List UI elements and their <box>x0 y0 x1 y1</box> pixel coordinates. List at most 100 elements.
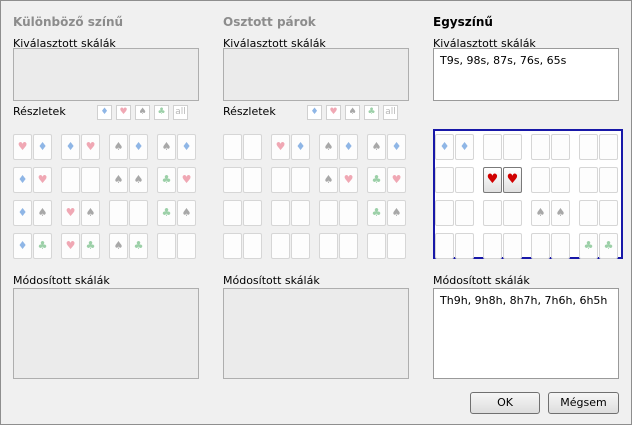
modified-ranges-text: Th9h, 9h8h, 8h7h, 7h6h, 6h5h <box>440 294 608 307</box>
blank-card <box>291 167 310 193</box>
dialog-window: Különböző színű Kiválasztott skálák Rész… <box>0 0 632 425</box>
spade-card-icon: ♠ <box>531 200 550 226</box>
suit-filter-diamond-button[interactable]: ♦ <box>307 105 322 120</box>
modified-ranges-box[interactable]: Th9h, 9h8h, 8h7h, 7h6h, 6h5h <box>433 288 619 379</box>
card-pair[interactable] <box>271 233 311 259</box>
diamond-card-icon: ♦ <box>33 134 52 160</box>
card-pair[interactable]: ♠ ♦ <box>109 134 149 160</box>
pair-grid: ♥ ♦ ♠ ♦ ♠ ♦ ♠ ♥ ♣ ♥ ♣ ♠ <box>223 131 409 259</box>
blank-card <box>455 200 474 226</box>
card-pair[interactable]: ♠ ♦ <box>319 134 359 160</box>
card-pair[interactable] <box>319 200 359 226</box>
card-pair[interactable]: ♣ ♥ <box>157 167 197 193</box>
column-split-pairs: Osztott párok Kiválasztott skálák Részle… <box>223 1 413 381</box>
blank-card <box>223 167 242 193</box>
card-pair[interactable] <box>223 134 263 160</box>
selected-ranges-text: T9s, 98s, 87s, 76s, 65s <box>440 54 567 67</box>
card-pair[interactable] <box>483 200 523 226</box>
card-pair[interactable]: ♥ ♣ <box>61 233 101 259</box>
card-pair[interactable] <box>435 233 475 259</box>
card-pair[interactable] <box>531 233 571 259</box>
suit-filter-club-button[interactable]: ♣ <box>364 105 379 120</box>
cancel-button[interactable]: Mégsem <box>548 392 619 414</box>
diamond-card-icon: ♦ <box>339 134 358 160</box>
club-card-icon: ♣ <box>81 233 100 259</box>
card-pair[interactable] <box>579 200 619 226</box>
blank-card <box>455 167 474 193</box>
card-pair[interactable]: ♦ ♣ <box>13 233 53 259</box>
card-pair[interactable] <box>531 134 571 160</box>
spade-card-icon: ♠ <box>33 200 52 226</box>
ok-button[interactable]: OK <box>470 392 540 414</box>
suit-filter-all-button[interactable]: all <box>383 105 398 120</box>
card-pair[interactable]: ♦ ♥ <box>61 134 101 160</box>
card-pair[interactable]: ♠ ♥ <box>319 167 359 193</box>
card-pair[interactable] <box>367 233 407 259</box>
card-pair[interactable] <box>61 167 101 193</box>
card-pair[interactable]: ♥ ♦ <box>13 134 53 160</box>
card-pair[interactable] <box>223 167 263 193</box>
blank-card <box>109 200 128 226</box>
diamond-card-icon: ♦ <box>435 134 454 160</box>
pair-grid: ♦ ♦ ♥ ♥ ♠ ♠ ♣ ♣ <box>433 129 623 259</box>
card-pair[interactable]: ♠ ♠ <box>109 167 149 193</box>
suit-filter-all-button[interactable]: all <box>173 105 188 120</box>
card-pair[interactable]: ♦ ♠ <box>13 200 53 226</box>
suit-filter-heart-button[interactable]: ♥ <box>326 105 341 120</box>
card-pair[interactable]: ♠ ♣ <box>109 233 149 259</box>
card-pair[interactable] <box>579 134 619 160</box>
card-pair[interactable]: ♥ ♦ <box>271 134 311 160</box>
card-pair[interactable]: ♣ ♠ <box>367 200 407 226</box>
card-pair[interactable]: ♥ ♠ <box>61 200 101 226</box>
suit-filter-heart-button[interactable]: ♥ <box>116 105 131 120</box>
card-pair[interactable]: ♠ ♦ <box>367 134 407 160</box>
diamond-card-icon: ♦ <box>455 134 474 160</box>
card-pair[interactable]: ♣ ♣ <box>579 233 619 259</box>
selected-ranges-box <box>223 48 409 101</box>
card-pair[interactable] <box>319 233 359 259</box>
modified-ranges-label: Módosított skálák <box>433 274 530 287</box>
card-pair[interactable] <box>435 200 475 226</box>
diamond-card-icon: ♦ <box>291 134 310 160</box>
card-pair[interactable]: ♠ ♠ <box>531 200 571 226</box>
blank-card <box>435 167 454 193</box>
blank-card <box>579 167 598 193</box>
heart-card-icon: ♥ <box>339 167 358 193</box>
card-pair[interactable] <box>223 233 263 259</box>
card-pair[interactable]: ♣ ♠ <box>157 200 197 226</box>
modified-ranges-box <box>13 288 199 379</box>
diamond-card-icon: ♦ <box>13 167 32 193</box>
card-pair[interactable] <box>223 200 263 226</box>
card-pair[interactable] <box>483 233 523 259</box>
heart-card-icon: ♥ <box>81 134 100 160</box>
suit-filter-diamond-button[interactable]: ♦ <box>97 105 112 120</box>
card-pair[interactable]: ♥ ♥ <box>483 167 523 193</box>
blank-card <box>223 233 242 259</box>
card-pair[interactable] <box>271 167 311 193</box>
card-pair[interactable] <box>435 167 475 193</box>
card-pair[interactable] <box>157 233 197 259</box>
heart-card-icon: ♥ <box>33 167 52 193</box>
card-pair[interactable] <box>109 200 149 226</box>
club-card-icon: ♣ <box>367 200 386 226</box>
suit-filter-club-button[interactable]: ♣ <box>154 105 169 120</box>
selected-ranges-box[interactable]: T9s, 98s, 87s, 76s, 65s <box>433 48 619 101</box>
blank-card <box>483 200 502 226</box>
card-pair[interactable]: ♦ ♥ <box>13 167 53 193</box>
heart-card-icon: ♥ <box>387 167 406 193</box>
card-pair[interactable]: ♠ ♦ <box>157 134 197 160</box>
blank-card <box>387 233 406 259</box>
card-pair[interactable] <box>531 167 571 193</box>
suit-filter-spade-button[interactable]: ♠ <box>345 105 360 120</box>
spade-card-icon: ♠ <box>551 200 570 226</box>
blank-card <box>367 233 386 259</box>
modified-ranges-box <box>223 288 409 379</box>
card-pair[interactable] <box>483 134 523 160</box>
card-pair[interactable]: ♣ ♥ <box>367 167 407 193</box>
blank-card <box>243 134 262 160</box>
card-pair[interactable] <box>271 200 311 226</box>
card-pair[interactable]: ♦ ♦ <box>435 134 475 160</box>
blank-card <box>599 167 618 193</box>
card-pair[interactable] <box>579 167 619 193</box>
suit-filter-spade-button[interactable]: ♠ <box>135 105 150 120</box>
